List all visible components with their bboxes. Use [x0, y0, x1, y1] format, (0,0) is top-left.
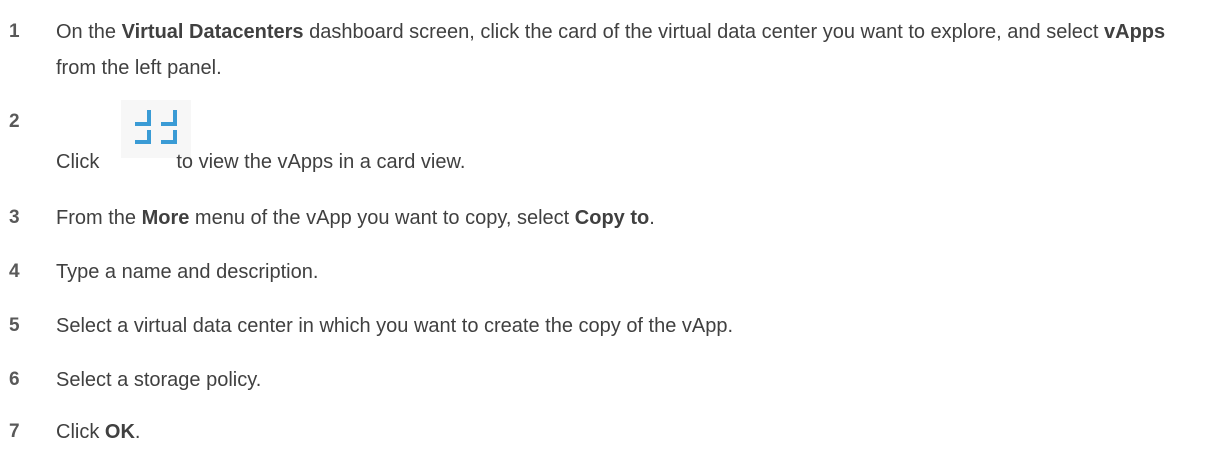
step-6: 6 Select a storage policy. — [0, 362, 1218, 402]
step-number: 4 — [9, 261, 20, 282]
step-number: 3 — [9, 207, 20, 228]
step-number: 6 — [9, 369, 20, 390]
step-number: 7 — [9, 421, 20, 442]
step-4: 4 Type a name and description. — [0, 254, 1218, 294]
step-text: Type a name and description. — [56, 261, 319, 283]
step-3: 3 From the More menu of the vApp you wan… — [0, 200, 1218, 240]
step-5: 5 Select a virtual data center in which … — [0, 308, 1218, 348]
step-number: 2 — [9, 111, 20, 132]
step-text: From the More menu of the vApp you want … — [56, 207, 655, 229]
step-1: 1 On the Virtual Datacenters dashboard s… — [0, 2, 1218, 79]
more-menu-term: More — [141, 207, 190, 229]
step-text: Select a virtual data center in which yo… — [56, 315, 734, 337]
step-number: 5 — [9, 315, 20, 336]
copy-to-term: Copy to — [574, 207, 650, 229]
step-2: 2 Click to view the vApps in a card view. — [0, 100, 1218, 180]
vapps-term: vApps — [1104, 21, 1166, 43]
step-text: Click to view the vApps in a card view. — [56, 151, 466, 173]
step-text: On the Virtual Datacenters dashboard scr… — [56, 21, 1166, 79]
ok-term: OK — [104, 421, 135, 443]
step-text: Click OK. — [56, 421, 141, 443]
step-text: Select a storage policy. — [56, 369, 262, 391]
step-7: 7 Click OK. — [0, 414, 1218, 454]
procedure-steps: 1 On the Virtual Datacenters dashboard s… — [0, 0, 1218, 454]
virtual-datacenters-term: Virtual Datacenters — [121, 21, 304, 43]
step-number: 1 — [9, 21, 20, 42]
